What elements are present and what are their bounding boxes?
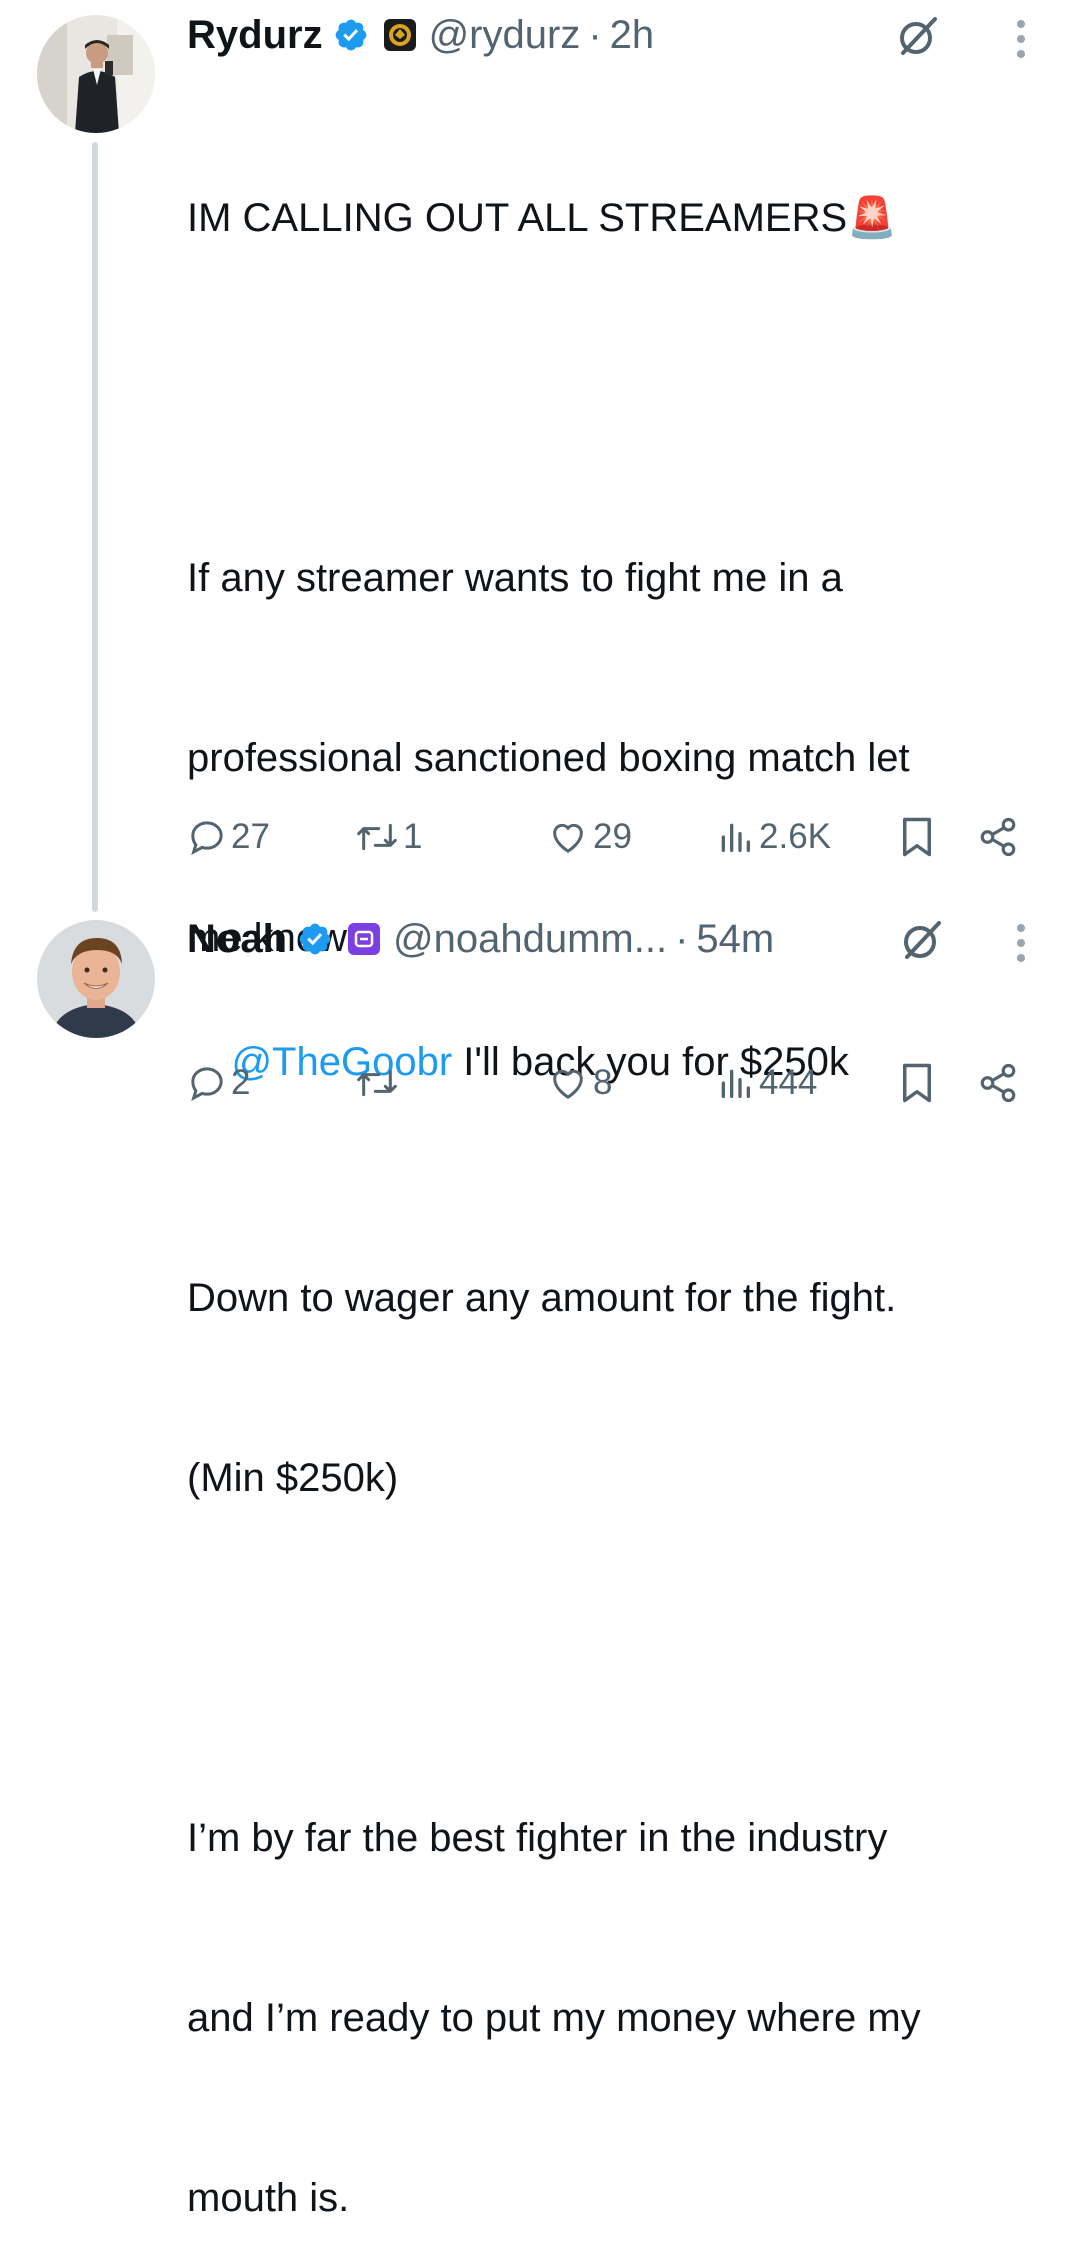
like-icon	[553, 823, 583, 853]
text-line: and I’m ready to put my money where my	[187, 1996, 921, 2040]
thread-line	[92, 142, 98, 912]
avatar-image	[37, 15, 155, 133]
avatar[interactable]	[37, 920, 155, 1038]
tweet-header: Noah @noahdumm... · 54m	[187, 914, 774, 964]
grok-icon[interactable]	[896, 14, 940, 58]
like-button[interactable]: 29	[547, 812, 632, 862]
views-count: 444	[759, 1063, 818, 1102]
affiliate-badge-icon	[348, 923, 380, 955]
text-line	[187, 1628, 1047, 1688]
share-button[interactable]	[977, 812, 1019, 862]
reply-button[interactable]: 2	[187, 1058, 250, 1108]
separator-dot: ·	[588, 13, 602, 57]
author-handle[interactable]: @rydurz	[429, 10, 581, 60]
share-icon	[980, 817, 1016, 857]
tweet-rydurz[interactable]: Rydurz @rydurz · 2h IM CALLING OUT ALL S…	[0, 0, 1080, 2220]
text-line: I’m by far the best fighter in the indus…	[187, 1816, 888, 1860]
reply-count: 2	[231, 1063, 251, 1102]
like-icon	[553, 1069, 583, 1099]
text-line	[187, 368, 1047, 428]
repost-icon	[357, 1069, 397, 1097]
tweet-noah[interactable]: Noah @noahdumm... · 54m @TheGoobr I'll b…	[0, 900, 1080, 1125]
verified-badge-icon	[299, 923, 331, 955]
timestamp[interactable]: 2h	[610, 10, 655, 60]
repost-icon	[357, 823, 397, 851]
bookmark-icon	[903, 1063, 931, 1103]
reply-button[interactable]: 27	[187, 812, 270, 862]
share-button[interactable]	[977, 1058, 1019, 1108]
text-line: professional sanctioned boxing match let	[187, 736, 910, 780]
views-icon	[721, 1069, 750, 1098]
author-handle[interactable]: @noahdumm...	[393, 914, 667, 964]
avatar-image	[37, 920, 155, 1038]
verified-badge-icon	[335, 19, 366, 51]
author-name[interactable]: Rydurz	[187, 10, 323, 60]
repost-button[interactable]	[355, 1058, 403, 1108]
more-icon[interactable]	[1015, 922, 1027, 966]
text-line: IM CALLING OUT ALL STREAMERS🚨	[187, 196, 897, 240]
reply-icon	[191, 821, 223, 856]
tweet-text: IM CALLING OUT ALL STREAMERS🚨 If any str…	[187, 68, 1047, 2250]
timestamp[interactable]: 54m	[696, 914, 774, 964]
tweet-actions: 27 1 29 2.6K	[187, 812, 1027, 862]
text-line: Down to wager any amount for the fight.	[187, 1276, 897, 1320]
like-count: 29	[593, 817, 632, 856]
author-name[interactable]: Noah	[187, 914, 287, 964]
views-button[interactable]: 2.6K	[715, 812, 831, 862]
more-icon[interactable]	[1015, 18, 1027, 62]
bookmark-button[interactable]	[899, 1058, 935, 1108]
text-line: (Min $250k)	[187, 1456, 399, 1500]
text-line: mouth is.	[187, 2176, 350, 2220]
like-count: 8	[593, 1063, 613, 1102]
repost-button[interactable]: 1	[355, 812, 422, 862]
grok-icon[interactable]	[900, 918, 944, 962]
affiliate-badge-icon	[383, 19, 416, 51]
like-button[interactable]: 8	[547, 1058, 612, 1108]
text-line: If any streamer wants to fight me in a	[187, 556, 843, 600]
bookmark-icon	[903, 817, 931, 857]
views-button[interactable]: 444	[715, 1058, 817, 1108]
views-icon	[721, 823, 750, 852]
views-count: 2.6K	[759, 817, 831, 856]
share-icon	[980, 1063, 1016, 1103]
repost-count: 1	[403, 817, 423, 856]
tweet-header: Rydurz @rydurz · 2h	[187, 10, 654, 60]
avatar[interactable]	[37, 15, 155, 133]
reply-count: 27	[231, 817, 270, 856]
separator-dot: ·	[675, 917, 689, 961]
tweet-actions: 2 8 444	[187, 1058, 1027, 1108]
reply-icon	[191, 1067, 223, 1102]
bookmark-button[interactable]	[899, 812, 935, 862]
